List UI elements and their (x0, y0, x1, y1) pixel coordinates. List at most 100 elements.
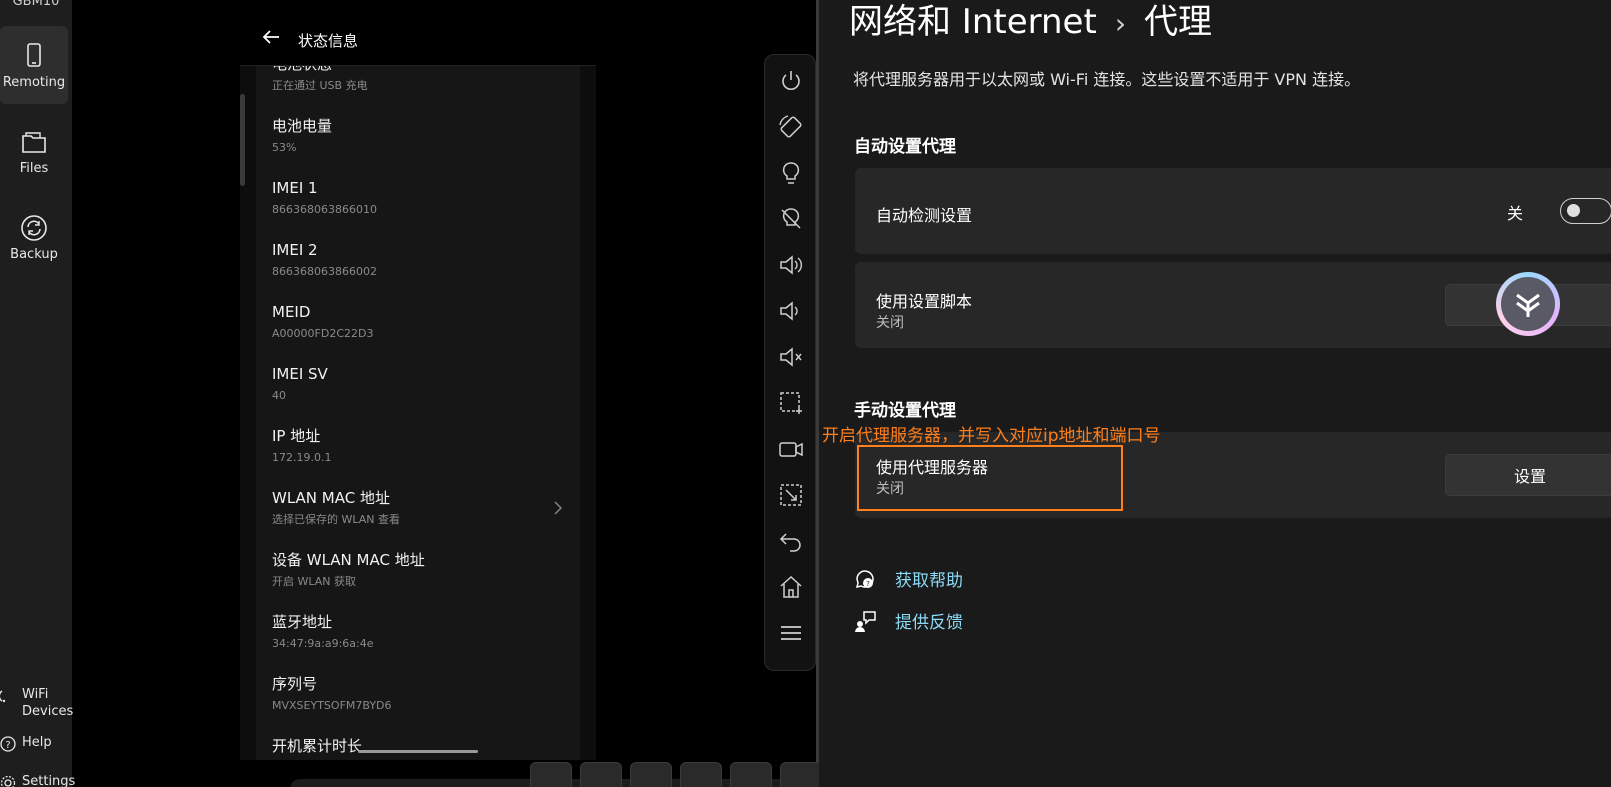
proxy-server-button[interactable]: 设置 (1445, 454, 1611, 496)
item-label: 电池电量 (272, 117, 333, 135)
item-value: 172.19.0.1 (272, 451, 332, 464)
give-feedback-link[interactable]: 提供反馈 (853, 608, 963, 633)
feedback-icon (855, 610, 876, 632)
power-button[interactable] (777, 67, 805, 95)
list-item[interactable]: 蓝牙地址 34:47:9a:a9:6a:4e (272, 612, 572, 652)
back-button[interactable] (777, 527, 805, 555)
gear-icon (0, 775, 16, 787)
instruction-annotation: 开启代理服务器，并写入对应ip地址和端口号 (822, 426, 1161, 446)
breadcrumb-parent[interactable]: 网络和 Internet (849, 2, 1097, 42)
item-label: 蓝牙地址 (272, 613, 333, 631)
nav-item-settings[interactable]: Settings (0, 773, 75, 787)
nav-label-remoting: Remoting (2, 74, 66, 90)
item-value: 866368063866010 (272, 203, 377, 216)
list-item[interactable]: IP 地址 172.19.0.1 (272, 426, 572, 466)
auto-detect-label: 自动检测设置 (876, 206, 973, 225)
section-heading-manual: 手动设置代理 (854, 401, 956, 421)
nav-item-help[interactable]: ? Help (0, 734, 52, 752)
item-value: 34:47:9a:a9:6a:4e (272, 637, 374, 650)
light-off-button[interactable] (777, 205, 805, 233)
item-value: 选择已保存的 WLAN 查看 (272, 513, 401, 526)
status-info-list: 电池状态 正在通过 USB 充电 电池电量 53% IMEI 1 8663680… (256, 66, 580, 760)
svg-text:?: ? (5, 740, 10, 751)
list-item-wlan-mac[interactable]: WLAN MAC 地址 选择已保存的 WLAN 查看 (272, 488, 572, 528)
phone-scroll-indicator (240, 94, 245, 186)
auto-detect-toggle[interactable] (1560, 198, 1611, 224)
menu-button[interactable] (777, 619, 805, 647)
auto-detect-state: 关 (1506, 204, 1523, 223)
nav-item-backup[interactable]: Backup (0, 198, 68, 276)
bottom-tool-button[interactable] (730, 762, 772, 787)
nav-label-help: Help (22, 735, 52, 750)
phone-icon (27, 42, 41, 67)
bottom-tool-button[interactable] (780, 762, 822, 787)
list-item[interactable]: MEID A00000FD2C22D3 (272, 302, 572, 342)
item-label: WLAN MAC 地址 (272, 489, 390, 507)
page-description: 将代理服务器用于以太网或 Wi-Fi 连接。这些设置不适用于 VPN 连接。 (853, 70, 1361, 89)
volume-mute-icon (780, 347, 802, 367)
phone-home-indicator (358, 750, 478, 753)
item-value: 40 (272, 389, 286, 402)
breadcrumb-separator: › (1114, 7, 1127, 40)
list-item[interactable]: 电池状态 正在通过 USB 充电 (272, 66, 572, 94)
phone-screen[interactable]: 状态信息 电池状态 正在通过 USB 充电 电池电量 53% IMEI 1 86… (240, 0, 596, 760)
get-help-link[interactable]: ? 获取帮助 (853, 566, 963, 591)
item-value: A00000FD2C22D3 (272, 327, 374, 340)
help-icon: ? (0, 736, 16, 752)
section-heading-auto: 自动设置代理 (854, 137, 956, 157)
nav-item-remoting[interactable]: Remoting (0, 26, 68, 104)
rotate-icon (779, 115, 802, 138)
screenshot-button[interactable] (777, 389, 805, 417)
item-label: IMEI 2 (272, 241, 318, 259)
files-icon (22, 131, 46, 153)
item-label: 电池状态 (272, 66, 572, 74)
list-item[interactable]: IMEI SV 40 (272, 364, 572, 404)
nav-label-settings: Settings (22, 774, 76, 787)
volume-up-button[interactable] (777, 251, 805, 279)
get-help-label: 获取帮助 (895, 571, 963, 591)
device-name-label: GBM10 (12, 0, 60, 9)
nav-item-wifi-devices[interactable]: WiFi Devices (0, 686, 73, 720)
record-icon (779, 442, 803, 457)
item-label: 设备 WLAN MAC 地址 (272, 551, 425, 569)
list-item[interactable]: 电池电量 53% (272, 116, 572, 156)
bottom-tool-button[interactable] (580, 762, 622, 787)
backup-icon (21, 214, 47, 241)
nav-item-files[interactable]: Files (0, 112, 68, 190)
item-value: MVXSEYTSOFM7BYD6 (272, 699, 392, 712)
home-button[interactable] (777, 573, 805, 601)
item-value: 866368063866002 (272, 265, 377, 278)
list-item[interactable]: IMEI 1 866368063866010 (272, 178, 572, 218)
setup-script-state: 关闭 (876, 315, 904, 331)
back-arrow-icon[interactable] (260, 26, 282, 48)
item-label: 序列号 (272, 675, 318, 693)
menu-icon (781, 626, 801, 640)
item-label: IMEI 1 (272, 179, 318, 197)
bottom-tool-button[interactable] (680, 762, 722, 787)
list-item[interactable]: IMEI 2 866368063866002 (272, 240, 572, 280)
rotate-button[interactable] (777, 113, 805, 141)
volume-down-icon (780, 301, 798, 321)
nav-label-devices: Devices (22, 704, 74, 719)
light-button[interactable] (777, 159, 805, 187)
mute-button[interactable] (777, 343, 805, 371)
setup-script-label: 使用设置脚本 (876, 292, 973, 311)
bottom-tool-button[interactable] (630, 762, 672, 787)
record-button[interactable] (777, 435, 805, 463)
list-item[interactable]: 开机累计时长 (272, 736, 572, 756)
volume-up-icon (780, 255, 802, 275)
app-sidebar: GBM10 Remoting Files Backup WiFi Devices… (0, 0, 75, 787)
item-label: IMEI SV (272, 365, 328, 383)
floating-assistant-button[interactable] (1496, 272, 1560, 336)
volume-down-button[interactable] (777, 297, 805, 325)
back-icon (779, 533, 801, 552)
list-item[interactable]: 序列号 MVXSEYTSOFM7BYD6 (272, 674, 572, 714)
list-item[interactable]: 设备 WLAN MAC 地址 开启 WLAN 获取 (272, 550, 572, 590)
bottom-tool-button[interactable] (530, 762, 572, 787)
crop-button[interactable] (777, 481, 805, 509)
help-chat-icon: ? (855, 569, 874, 588)
highlight-box (857, 445, 1123, 511)
assistant-logo-icon (1516, 293, 1540, 317)
crop-icon (780, 484, 802, 506)
auto-detect-card: 自动检测设置 关 (855, 168, 1611, 254)
